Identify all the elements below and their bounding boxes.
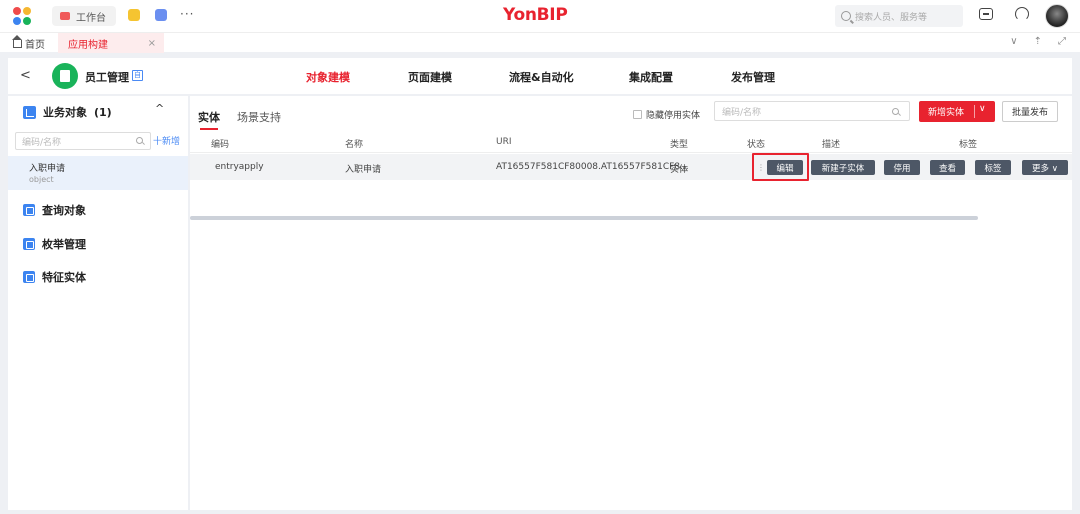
edit-highlight-box <box>752 153 809 181</box>
sidebar: 业务对象 (1) ^ 编码/名称 十新增 入职申请 object 查询对象 枚举… <box>8 96 188 510</box>
enum-management-icon <box>23 238 35 250</box>
business-object-icon <box>23 105 36 119</box>
view-button[interactable]: 查看 <box>930 160 965 175</box>
search-icon <box>841 11 851 21</box>
new-sub-entity-button[interactable]: 新建子实体 <box>811 160 875 175</box>
message-icon[interactable] <box>979 8 993 20</box>
disable-button[interactable]: 停用 <box>884 160 920 175</box>
add-object-button[interactable]: 十新增 <box>153 134 180 147</box>
tab-home-label: 首页 <box>25 40 45 51</box>
chevron-down-icon[interactable]: ∨ <box>1010 36 1017 47</box>
app-self-tag: 自 <box>132 70 143 81</box>
user-avatar[interactable] <box>1045 4 1069 28</box>
collapse-icon[interactable]: ^ <box>155 102 164 115</box>
nav-publish-management[interactable]: 发布管理 <box>731 69 775 85</box>
global-search-placeholder: 搜索人员、服务等 <box>855 12 928 23</box>
nav-object-modeling[interactable]: 对象建模 <box>306 69 350 85</box>
close-tab-icon[interactable]: × <box>148 38 156 49</box>
column-header-code: 编码 <box>211 140 230 150</box>
sidebar-item-enum-management[interactable]: 枚举管理 <box>23 236 86 252</box>
nav-flow-automation[interactable]: 流程&自动化 <box>509 69 574 85</box>
chevron-down-icon[interactable]: ∨ <box>979 104 986 114</box>
tab-app-build-label: 应用构建 <box>68 39 108 51</box>
workbench-icon <box>60 12 70 20</box>
sidebar-item-entry-apply[interactable]: 入职申请 object <box>8 156 188 190</box>
nav-page-modeling[interactable]: 页面建模 <box>408 69 452 85</box>
nav-integration-config[interactable]: 集成配置 <box>629 69 673 85</box>
business-object-count: (1) <box>94 105 112 119</box>
search-icon <box>136 137 143 144</box>
support-headset-icon[interactable] <box>1015 7 1029 21</box>
business-object-title: 业务对象 <box>43 106 87 119</box>
business-object-header[interactable]: 业务对象 (1) <box>23 104 112 120</box>
sidebar-search-placeholder: 编码/名称 <box>22 137 62 148</box>
home-icon <box>12 34 22 48</box>
table-row[interactable]: entryapply 入职申请 AT16557F581CF80008.AT165… <box>190 154 1072 180</box>
search-icon <box>892 108 899 115</box>
column-header-status: 状态 <box>747 140 766 150</box>
hide-disabled-label: 隐藏停用实体 <box>646 111 701 121</box>
cell-code: entryapply <box>215 162 264 172</box>
page-tab-bar: 首页 应用构建 × ∨ ⇡ ⤢ <box>0 32 1080 53</box>
tab-bar-tools: ∨ ⇡ ⤢ <box>1010 36 1066 47</box>
tab-scene-support[interactable]: 场景支持 <box>237 109 281 125</box>
cell-name: 入职申请 <box>345 165 382 175</box>
sidebar-item-feature-entity[interactable]: 特征实体 <box>23 269 86 285</box>
horizontal-scrollbar[interactable] <box>190 216 978 220</box>
fullscreen-icon[interactable]: ⤢ <box>1058 36 1066 47</box>
query-object-label: 查询对象 <box>42 204 86 217</box>
column-header-type: 类型 <box>670 140 689 150</box>
more-button[interactable]: 更多 ∨ <box>1022 160 1068 175</box>
feature-entity-icon <box>23 271 35 283</box>
cell-uri: AT16557F581CF80008.AT16557F581CF8... <box>496 162 689 172</box>
app-name: 员工管理 <box>85 71 129 84</box>
global-search-input[interactable]: 搜索人员、服务等 <box>835 5 963 27</box>
new-entity-label: 新增实体 <box>928 108 965 118</box>
workbench-label: 工作台 <box>76 12 106 24</box>
more-apps-icon[interactable]: ··· <box>180 7 194 21</box>
app-menu-icon[interactable] <box>13 7 31 25</box>
enum-management-label: 枚举管理 <box>42 238 86 251</box>
sidebar-item-title: 入职申请 <box>29 164 66 174</box>
feature-entity-label: 特征实体 <box>42 271 86 284</box>
tag-button[interactable]: 标签 <box>975 160 1011 175</box>
sidebar-search-input[interactable]: 编码/名称 <box>15 132 151 150</box>
tab-app-build[interactable]: 应用构建 × <box>58 33 164 53</box>
upload-icon[interactable]: ⇡ <box>1034 36 1042 47</box>
query-object-icon <box>23 204 35 216</box>
top-bar: 工作台 ··· YonBIP 搜索人员、服务等 <box>0 0 1080 32</box>
new-entity-button[interactable]: 新增实体 ∨ <box>919 101 995 122</box>
compass-icon[interactable] <box>155 9 167 21</box>
tab-entity[interactable]: 实体 <box>198 109 220 130</box>
app-logo-icon <box>52 63 78 89</box>
workbench-button[interactable]: 工作台 <box>52 6 116 26</box>
column-header-uri: URI <box>496 137 512 147</box>
column-header-name: 名称 <box>345 140 364 150</box>
column-header-tag: 标签 <box>959 140 978 150</box>
sidebar-item-subtitle: object <box>29 175 54 184</box>
entity-search-input[interactable]: 编码/名称 <box>714 101 910 121</box>
tab-home[interactable]: 首页 <box>12 34 45 51</box>
cell-type: 实体 <box>670 165 689 175</box>
hide-disabled-checkbox[interactable]: 隐藏停用实体 <box>633 108 700 121</box>
note-icon[interactable] <box>128 9 140 21</box>
entity-search-placeholder: 编码/名称 <box>722 107 762 118</box>
yonbip-logo: YonBIP <box>503 5 568 25</box>
back-icon[interactable]: < <box>20 68 31 83</box>
sidebar-item-query-object[interactable]: 查询对象 <box>23 202 86 218</box>
checkbox-icon <box>633 110 642 119</box>
column-header-description: 描述 <box>822 140 841 150</box>
table-header: 编码 名称 URI 类型 状态 描述 标签 <box>190 131 1072 153</box>
batch-publish-button[interactable]: 批量发布 <box>1002 101 1058 122</box>
main-panel: 实体 场景支持 隐藏停用实体 编码/名称 新增实体 ∨ 批量发布 编码 名称 U… <box>190 96 1072 510</box>
app-header: < 员工管理 自 对象建模 页面建模 流程&自动化 集成配置 发布管理 <box>8 58 1072 94</box>
